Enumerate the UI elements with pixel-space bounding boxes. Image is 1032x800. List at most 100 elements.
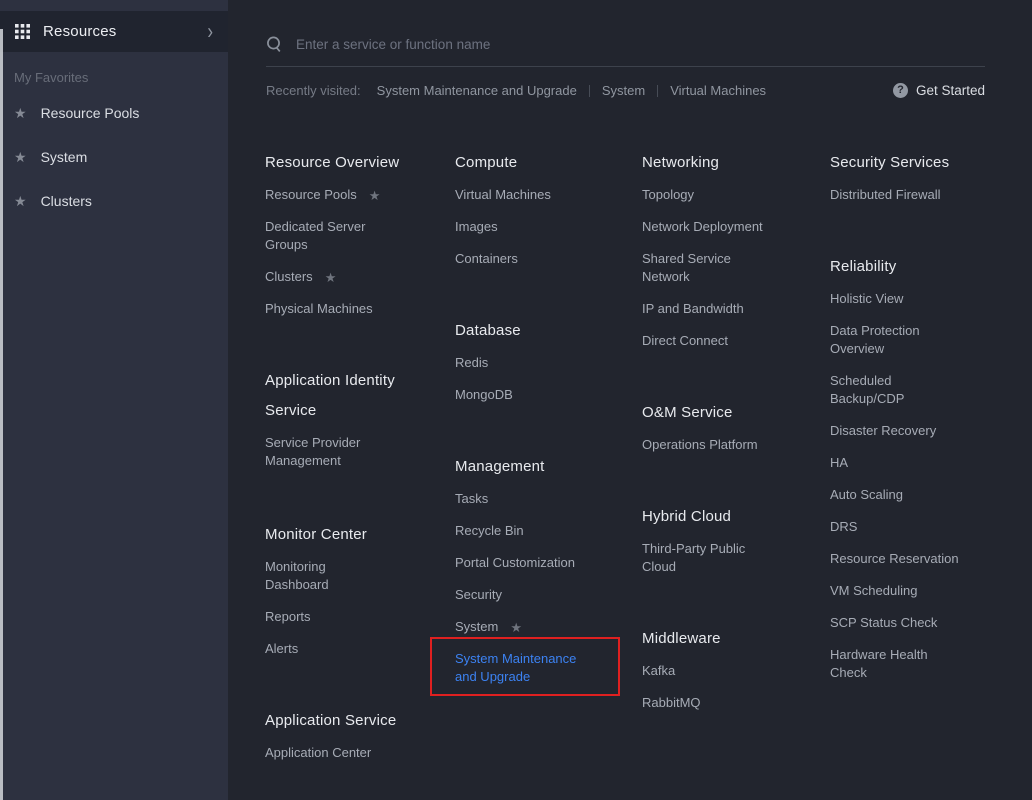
- menu-item-portal-customization[interactable]: Portal Customization: [455, 554, 630, 572]
- resources-label: Resources: [43, 23, 117, 40]
- menu-item-recycle-bin[interactable]: Recycle Bin: [455, 522, 630, 540]
- apps-grid-icon: [15, 24, 30, 39]
- favorite-star-icon[interactable]: [369, 189, 381, 202]
- favorite-label: Resource Pools: [41, 105, 140, 121]
- favorite-label: Clusters: [41, 193, 92, 209]
- section-title: Application Identity Service: [265, 366, 440, 426]
- menu-item-application-center[interactable]: Application Center: [265, 744, 440, 762]
- menu-item-auto-scaling[interactable]: Auto Scaling: [830, 486, 970, 504]
- menu-item-third-party-public-cloud[interactable]: Third-Party Public Cloud: [642, 540, 817, 576]
- recently-visited-row: Recently visited: System Maintenance and…: [266, 83, 985, 98]
- favorite-label: System: [41, 149, 88, 165]
- section-om-service: O&M Service Operations Platform: [642, 398, 817, 468]
- menu-item-physical-machines[interactable]: Physical Machines: [265, 300, 440, 318]
- recent-link-system[interactable]: System: [602, 83, 645, 98]
- menu-item-ip-and-bandwidth[interactable]: IP and Bandwidth: [642, 300, 817, 318]
- menu-item-vm-scheduling[interactable]: VM Scheduling: [830, 582, 970, 600]
- menu-item-scheduled-backup-cdp[interactable]: Scheduled Backup/CDP: [830, 372, 970, 408]
- section-monitor-center: Monitor Center Monitoring Dashboard Repo…: [265, 520, 440, 672]
- menu-item-system-maintenance-and-upgrade[interactable]: System Maintenance and Upgrade: [455, 650, 630, 686]
- section-title: Hybrid Cloud: [642, 502, 817, 532]
- menu-item-security[interactable]: Security: [455, 586, 630, 604]
- section-reliability: Reliability Holistic View Data Protectio…: [830, 252, 970, 696]
- menu-item-distributed-firewall[interactable]: Distributed Firewall: [830, 186, 970, 204]
- menu-item-network-deployment[interactable]: Network Deployment: [642, 218, 817, 236]
- menu-item-data-protection-overview[interactable]: Data Protection Overview: [830, 322, 970, 358]
- menu-item-clusters[interactable]: Clusters: [265, 268, 440, 286]
- menu-item-hardware-health-check[interactable]: Hardware Health Check: [830, 646, 970, 682]
- favorite-star-icon: [14, 150, 27, 164]
- section-title: Database: [455, 316, 630, 346]
- section-resource-overview: Resource Overview Resource Pools Dedicat…: [265, 148, 440, 332]
- section-title: Security Services: [830, 148, 970, 178]
- menu-item-ha[interactable]: HA: [830, 454, 970, 472]
- section-title: Application Service: [265, 706, 440, 736]
- favorite-star-icon[interactable]: [325, 271, 337, 284]
- sidebar-item-resources[interactable]: Resources ›: [0, 11, 228, 52]
- menu-item-dedicated-server-groups[interactable]: Dedicated Server Groups: [265, 218, 440, 254]
- section-title: Management: [455, 452, 630, 482]
- section-title: Reliability: [830, 252, 970, 282]
- search-input[interactable]: [296, 37, 985, 52]
- menu-item-scp-status-check[interactable]: SCP Status Check: [830, 614, 970, 632]
- menu-item-holistic-view[interactable]: Holistic View: [830, 290, 970, 308]
- chevron-right-icon: ›: [207, 20, 213, 42]
- section-title: Networking: [642, 148, 817, 178]
- menu-item-rabbitmq[interactable]: RabbitMQ: [642, 694, 817, 712]
- service-search-bar: [266, 36, 985, 67]
- section-title: O&M Service: [642, 398, 817, 428]
- recently-visited-label: Recently visited:: [266, 83, 361, 98]
- menu-item-kafka[interactable]: Kafka: [642, 662, 817, 680]
- section-title: Monitor Center: [265, 520, 440, 550]
- section-hybrid-cloud: Hybrid Cloud Third-Party Public Cloud: [642, 502, 817, 590]
- section-title: Middleware: [642, 624, 817, 654]
- section-networking: Networking Topology Network Deployment S…: [642, 148, 817, 364]
- menu-item-reports[interactable]: Reports: [265, 608, 440, 626]
- section-application-identity-service: Application Identity Service Service Pro…: [265, 366, 440, 484]
- get-started-button[interactable]: ? Get Started: [893, 83, 985, 98]
- section-application-service: Application Service Application Center: [265, 706, 440, 776]
- left-scrollbar[interactable]: [0, 29, 3, 800]
- menu-item-resource-pools[interactable]: Resource Pools: [265, 186, 440, 204]
- menu-item-tasks[interactable]: Tasks: [455, 490, 630, 508]
- section-title: Resource Overview: [265, 148, 440, 178]
- sidebar-item-resource-pools[interactable]: Resource Pools: [14, 102, 139, 124]
- get-started-label: Get Started: [916, 83, 985, 98]
- menu-item-direct-connect[interactable]: Direct Connect: [642, 332, 817, 350]
- menu-item-shared-service-network[interactable]: Shared Service Network: [642, 250, 817, 286]
- menu-item-resource-reservation[interactable]: Resource Reservation: [830, 550, 970, 568]
- favorite-star-icon[interactable]: [510, 621, 522, 634]
- menu-item-images[interactable]: Images: [455, 218, 630, 236]
- my-favorites-heading: My Favorites: [14, 70, 88, 85]
- menu-item-operations-platform[interactable]: Operations Platform: [642, 436, 817, 454]
- menu-item-containers[interactable]: Containers: [455, 250, 630, 268]
- help-question-icon: ?: [893, 83, 908, 98]
- separator: [657, 85, 658, 97]
- search-icon: [266, 36, 283, 53]
- recent-link-system-maintenance[interactable]: System Maintenance and Upgrade: [377, 83, 577, 98]
- section-title: Compute: [455, 148, 630, 178]
- menu-item-virtual-machines[interactable]: Virtual Machines: [455, 186, 630, 204]
- menu-item-mongodb[interactable]: MongoDB: [455, 386, 630, 404]
- app-window: Resources › My Favorites Resource Pools …: [0, 0, 1032, 800]
- section-compute: Compute Virtual Machines Images Containe…: [455, 148, 630, 282]
- menu-item-topology[interactable]: Topology: [642, 186, 817, 204]
- recent-link-virtual-machines[interactable]: Virtual Machines: [670, 83, 766, 98]
- menu-item-system[interactable]: System: [455, 618, 630, 636]
- section-management: Management Tasks Recycle Bin Portal Cust…: [455, 452, 630, 700]
- favorite-star-icon: [14, 194, 27, 208]
- menu-item-drs[interactable]: DRS: [830, 518, 970, 536]
- sidebar: Resources › My Favorites Resource Pools …: [0, 0, 228, 800]
- menu-item-alerts[interactable]: Alerts: [265, 640, 440, 658]
- menu-item-monitoring-dashboard[interactable]: Monitoring Dashboard: [265, 558, 440, 594]
- menu-item-redis[interactable]: Redis: [455, 354, 630, 372]
- favorite-star-icon: [14, 106, 27, 120]
- sidebar-item-clusters[interactable]: Clusters: [14, 190, 92, 212]
- separator: [589, 85, 590, 97]
- section-middleware: Middleware Kafka RabbitMQ: [642, 624, 817, 726]
- section-database: Database Redis MongoDB: [455, 316, 630, 418]
- section-security-services: Security Services Distributed Firewall: [830, 148, 970, 218]
- sidebar-item-system[interactable]: System: [14, 146, 87, 168]
- menu-item-disaster-recovery[interactable]: Disaster Recovery: [830, 422, 970, 440]
- menu-item-service-provider-management[interactable]: Service Provider Management: [265, 434, 440, 470]
